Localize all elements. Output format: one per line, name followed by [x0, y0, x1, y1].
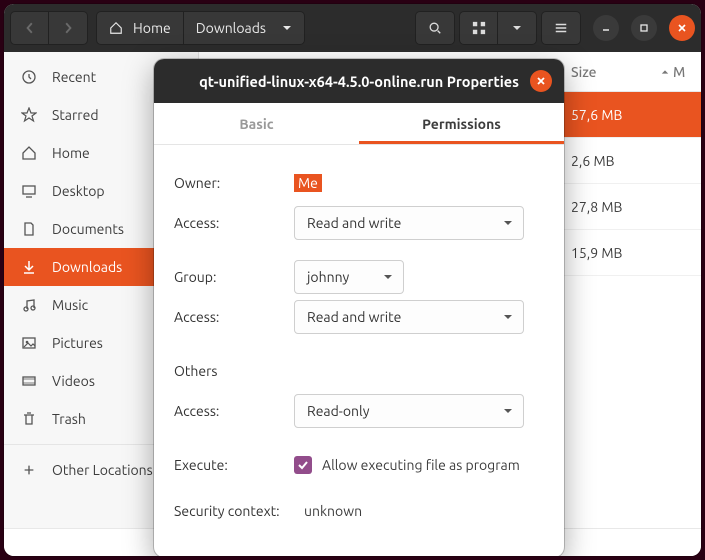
path-home-label: Home [133, 20, 171, 36]
close-icon [677, 23, 687, 33]
search-icon [428, 21, 442, 35]
select-value: Read and write [307, 215, 401, 231]
forward-button[interactable] [49, 12, 87, 44]
sidebar-item-label: Videos [52, 373, 95, 389]
dialog-title: qt-unified-linux-x64-4.5.0-online.run Pr… [168, 73, 550, 90]
execute-checkbox-label[interactable]: Allow executing file as program [322, 457, 520, 473]
maximize-icon [639, 23, 649, 33]
group-label: Group: [174, 269, 294, 285]
view-grid-button[interactable] [460, 12, 498, 44]
execute-label: Execute: [174, 457, 294, 473]
chevron-left-icon [24, 22, 36, 34]
star-icon [20, 107, 38, 123]
sidebar-item-label: Recent [52, 69, 96, 85]
sidebar-item-label: Documents [52, 221, 124, 237]
owner-access-label: Access: [174, 215, 294, 231]
column-size[interactable]: Size [571, 64, 661, 80]
owner-value: Me [294, 174, 322, 192]
check-icon [297, 459, 309, 471]
close-icon [536, 76, 546, 86]
caret-down-icon [503, 218, 513, 228]
group-access-label: Access: [174, 309, 294, 325]
sidebar-item-label: Downloads [52, 259, 122, 275]
caret-down-icon [512, 23, 522, 33]
window-minimize[interactable] [593, 15, 619, 41]
file-manager-window: Home Downloads [4, 4, 701, 556]
dialog-close-button[interactable] [530, 70, 552, 92]
dialog-body: Owner: Me Access: Read and write Group: … [154, 145, 564, 556]
plus-icon [20, 463, 38, 477]
tab-basic[interactable]: Basic [154, 103, 359, 144]
dialog-titlebar[interactable]: qt-unified-linux-x64-4.5.0-online.run Pr… [154, 59, 564, 103]
sidebar-item-label: Other Locations [52, 462, 153, 478]
file-size: 2,6 MB [571, 153, 661, 169]
group-select[interactable]: johnny [294, 260, 404, 294]
view-dropdown-button[interactable] [498, 12, 536, 44]
others-access-label: Access: [174, 403, 294, 419]
properties-dialog: qt-unified-linux-x64-4.5.0-online.run Pr… [154, 59, 564, 556]
file-size: 27,8 MB [571, 199, 661, 215]
group-access-select[interactable]: Read and write [294, 300, 524, 334]
hamburger-button[interactable] [542, 12, 580, 44]
select-value: Read and write [307, 309, 401, 325]
path-downloads-label: Downloads [196, 20, 266, 36]
sidebar-item-label: Trash [52, 411, 86, 427]
window-close[interactable] [669, 15, 695, 41]
execute-checkbox[interactable] [294, 456, 312, 474]
sort-asc-icon [661, 68, 669, 76]
security-context-label: Security context: [174, 503, 304, 519]
others-label: Others [174, 363, 294, 379]
pictures-icon [20, 335, 38, 351]
tab-permissions[interactable]: Permissions [359, 103, 564, 144]
download-icon [20, 259, 38, 275]
hamburger-icon [554, 21, 568, 35]
chevron-right-icon [62, 22, 74, 34]
owner-label: Owner: [174, 175, 294, 191]
desktop-icon [20, 183, 38, 199]
sidebar-item-label: Starred [52, 107, 99, 123]
search-button[interactable] [416, 12, 454, 44]
grid-icon [472, 21, 486, 35]
owner-access-select[interactable]: Read and write [294, 206, 524, 240]
caret-down-icon [282, 23, 292, 33]
select-value: Read-only [307, 403, 369, 419]
security-context-value: unknown [304, 503, 544, 519]
caret-down-icon [503, 312, 513, 322]
path-downloads[interactable]: Downloads [184, 12, 304, 44]
music-icon [20, 297, 38, 313]
sidebar-item-label: Home [52, 145, 90, 161]
file-size: 57,6 MB [571, 107, 661, 123]
dialog-tabs: Basic Permissions [154, 103, 564, 145]
toolbar: Home Downloads [4, 4, 701, 52]
home-icon [20, 145, 38, 161]
back-button[interactable] [11, 12, 49, 44]
clock-icon [20, 69, 38, 85]
minimize-icon [601, 23, 611, 33]
sidebar-item-label: Pictures [52, 335, 103, 351]
path-home[interactable]: Home [97, 12, 184, 44]
documents-icon [20, 221, 38, 237]
caret-down-icon [383, 272, 393, 282]
window-maximize[interactable] [631, 15, 657, 41]
sidebar-item-label: Music [52, 297, 88, 313]
others-access-select[interactable]: Read-only [294, 394, 524, 428]
caret-down-icon [503, 406, 513, 416]
trash-icon [20, 411, 38, 427]
videos-icon [20, 373, 38, 389]
column-modified[interactable]: M [661, 64, 701, 80]
home-icon [109, 21, 123, 35]
file-size: 15,9 MB [571, 245, 661, 261]
path-bar: Home Downloads [96, 11, 305, 45]
sidebar-item-label: Desktop [52, 183, 105, 199]
select-value: johnny [307, 269, 349, 285]
